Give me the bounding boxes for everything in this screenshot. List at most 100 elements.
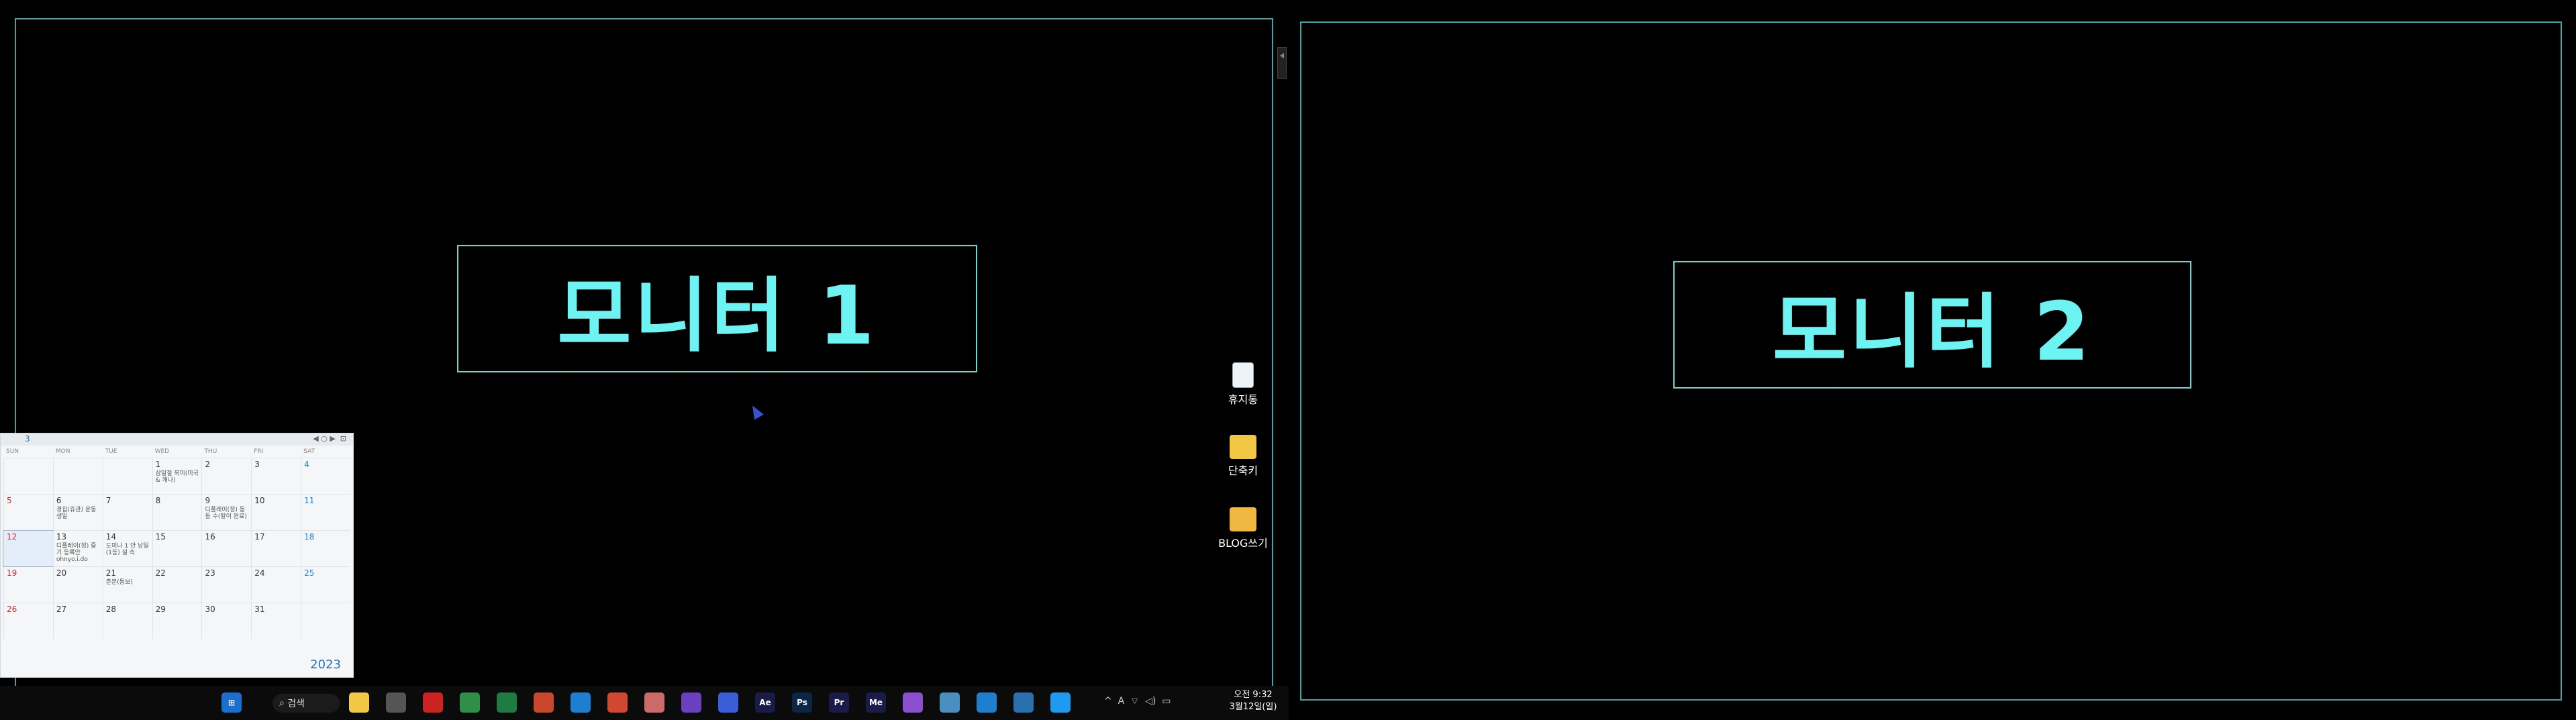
calendar-day-number: 4 — [304, 460, 309, 469]
visual-studio-icon[interactable] — [681, 692, 701, 713]
calendar-day-cell[interactable]: 7 — [102, 495, 152, 530]
calendar-day-number: 17 — [254, 532, 265, 542]
calendar-day-cell[interactable]: 6 경칩(휴관) 운동생일 — [52, 495, 103, 530]
calendar-day-cell[interactable]: 9 디플레이(정) 동 동 수(탈이 완료) — [201, 495, 251, 530]
file-explorer-icon[interactable] — [349, 692, 369, 713]
calendar-day-cell[interactable]: 26 — [3, 603, 53, 639]
calendar-day-cell[interactable]: 19 — [3, 567, 53, 603]
twitter-icon[interactable] — [1050, 692, 1071, 713]
usb-icon[interactable] — [386, 692, 406, 713]
chrome-icon[interactable] — [460, 692, 480, 713]
calendar-day-cell[interactable]: 10 — [251, 495, 301, 530]
calendar-day-cell[interactable]: 31 — [251, 603, 301, 639]
calendar-day-cell[interactable]: 12 — [3, 530, 54, 567]
calendar-day-cell[interactable]: 20 — [52, 567, 103, 603]
recycle-bin-icon — [1232, 362, 1254, 388]
calendar-day-cell[interactable]: 21 춘분(통보) — [102, 567, 152, 603]
notepad-icon[interactable] — [644, 692, 664, 713]
calendar-day-cell[interactable]: 2 — [201, 458, 251, 494]
record-icon[interactable] — [423, 692, 443, 713]
calendar-week-row: 1 삼일절 북미(미국 & 캐나) 2 3 4 — [3, 458, 350, 494]
weekday-label: MON — [55, 448, 70, 455]
folder-shortcut-icon — [1230, 435, 1256, 459]
calendar-day-number: 13 — [56, 532, 67, 542]
calendar-week-row: 12 13 디플레이(정) 중기 등록안 ohnyo.i.do 14 도미나 1 안 남… — [3, 530, 350, 567]
calendar-day-number: 14 — [105, 532, 116, 542]
calendar-day-number: 2 — [205, 460, 211, 469]
clock-date: 3월12일(일) — [1229, 702, 1277, 712]
calendar-day-cell[interactable]: 27 — [52, 603, 103, 639]
calendar-day-cell[interactable]: 4 — [301, 458, 350, 494]
after-effects-icon[interactable]: Ae — [755, 692, 775, 713]
photo-icon[interactable] — [940, 692, 960, 713]
calendar-event[interactable]: 경칩(휴관) 운동생일 — [56, 507, 100, 520]
calendar-day-cell[interactable]: 29 — [152, 603, 202, 639]
calendar-day-cell[interactable]: 24 — [251, 567, 301, 603]
side-panel-handle[interactable] — [1277, 47, 1287, 79]
weekday-label: TUE — [105, 448, 117, 455]
calendar-day-cell[interactable]: 25 — [301, 567, 350, 603]
calendar-week-row: 5 6 경칩(휴관) 운동생일 7 8 9 디플레이(정) 동 동 수(탈이 완료) 10 11 — [3, 494, 350, 530]
media-encoder-icon[interactable]: Me — [866, 692, 886, 713]
weekday-label: SUN — [6, 448, 19, 455]
calendar-day-cell[interactable]: 11 — [301, 495, 350, 530]
calendar-day-number: 7 — [105, 496, 111, 505]
screenshot-icon[interactable] — [903, 692, 923, 713]
paint-icon[interactable] — [1013, 692, 1034, 713]
calendar-event[interactable]: 디플레이(정) 동 동 수(탈이 완료) — [205, 507, 248, 520]
calendar-event[interactable]: 디플레이(정) 중기 등록안 ohnyo.i.do — [56, 543, 100, 563]
calendar-day-cell[interactable] — [301, 603, 350, 639]
desktop-icon-label: BLOG쓰기 — [1218, 537, 1268, 550]
calendar-day-cell[interactable]: 16 — [201, 531, 251, 566]
calendar-day-number: 18 — [304, 532, 315, 542]
chat-icon[interactable] — [718, 692, 738, 713]
powerpoint-icon[interactable] — [534, 692, 554, 713]
calendar-header: 3 ◀ ○ ▶ ⊡ — [1, 433, 353, 446]
calendar-day-cell[interactable]: 3 — [251, 458, 301, 494]
shortcut-folder[interactable]: 단축키 — [1216, 435, 1270, 478]
calendar-event[interactable]: 삼일절 북미(미국 & 캐나) — [156, 470, 199, 484]
calendar-day-number: 6 — [56, 496, 62, 505]
calendar-event[interactable]: 춘분(통보) — [106, 579, 150, 586]
calendar-day-cell[interactable]: 5 — [3, 495, 53, 530]
calendar-day-cell[interactable] — [3, 458, 53, 494]
weekday-label: THU — [204, 448, 217, 455]
calendar-day-cell[interactable]: 8 — [152, 495, 202, 530]
edge-icon[interactable] — [977, 692, 997, 713]
blog-folder[interactable]: BLOG쓰기 — [1216, 507, 1270, 550]
recycle-bin-shortcut[interactable]: 휴지통 — [1216, 362, 1270, 407]
calendar-app-icon[interactable] — [571, 692, 591, 713]
calendar-day-cell[interactable] — [102, 458, 152, 494]
calendar-day-cell[interactable]: 22 — [152, 567, 202, 603]
calendar-day-cell[interactable]: 1 삼일절 북미(미국 & 캐나) — [152, 458, 202, 494]
calendar-day-number: 19 — [7, 568, 17, 578]
clock-time: 오전 9:32 — [1234, 690, 1273, 700]
calendar-day-number: 11 — [304, 496, 315, 505]
start-button[interactable]: ⊞ — [221, 692, 242, 713]
photoshop-icon[interactable]: Ps — [792, 692, 812, 713]
system-tray[interactable]: ^ A ⌔ ◁) ▭ — [1104, 695, 1171, 707]
calendar-day-cell[interactable]: 18 — [301, 531, 350, 566]
calendar-day-cell[interactable]: 15 — [152, 531, 202, 566]
premiere-icon[interactable]: Pr — [829, 692, 849, 713]
calendar-day-cell[interactable]: 23 — [201, 567, 251, 603]
calendar-nav[interactable]: ◀ ○ ▶ ⊡ — [313, 434, 346, 443]
calendar-day-number: 28 — [105, 605, 116, 614]
calendar-widget[interactable]: 3 ◀ ○ ▶ ⊡ SUN MON TUE WED THU FRI SAT 1삼… — [0, 433, 354, 678]
calendar-day-number: 16 — [205, 532, 215, 542]
calendar-day-cell[interactable]: 13 디플레이(정) 중기 등록안 ohnyo.i.do — [52, 531, 103, 566]
calendar-day-cell[interactable]: 17 — [251, 531, 301, 566]
calendar-month: 3 — [25, 434, 30, 444]
calendar-grid: SUN MON TUE WED THU FRI SAT 1 삼일절 북미(미국 &… — [3, 448, 350, 657]
calendar-day-cell[interactable]: 30 — [201, 603, 251, 639]
calendar-day-cell[interactable] — [52, 458, 103, 494]
clock[interactable]: 오전 9:32 3월12일(일) — [1223, 689, 1283, 713]
calendar-day-cell[interactable]: 14 도미나 1 안 남일(1등) 설 속 — [102, 531, 152, 566]
excel-icon[interactable] — [497, 692, 517, 713]
calendar-day-number: 3 — [254, 460, 260, 469]
taskbar-search[interactable]: ⌕ 검색 — [273, 694, 340, 713]
calendar-day-cell[interactable]: 28 — [102, 603, 152, 639]
calendar-event[interactable]: 도미나 1 안 남일(1등) 설 속 — [106, 543, 150, 556]
calendar-day-number: 1 — [155, 460, 161, 469]
network-icon[interactable] — [607, 692, 628, 713]
